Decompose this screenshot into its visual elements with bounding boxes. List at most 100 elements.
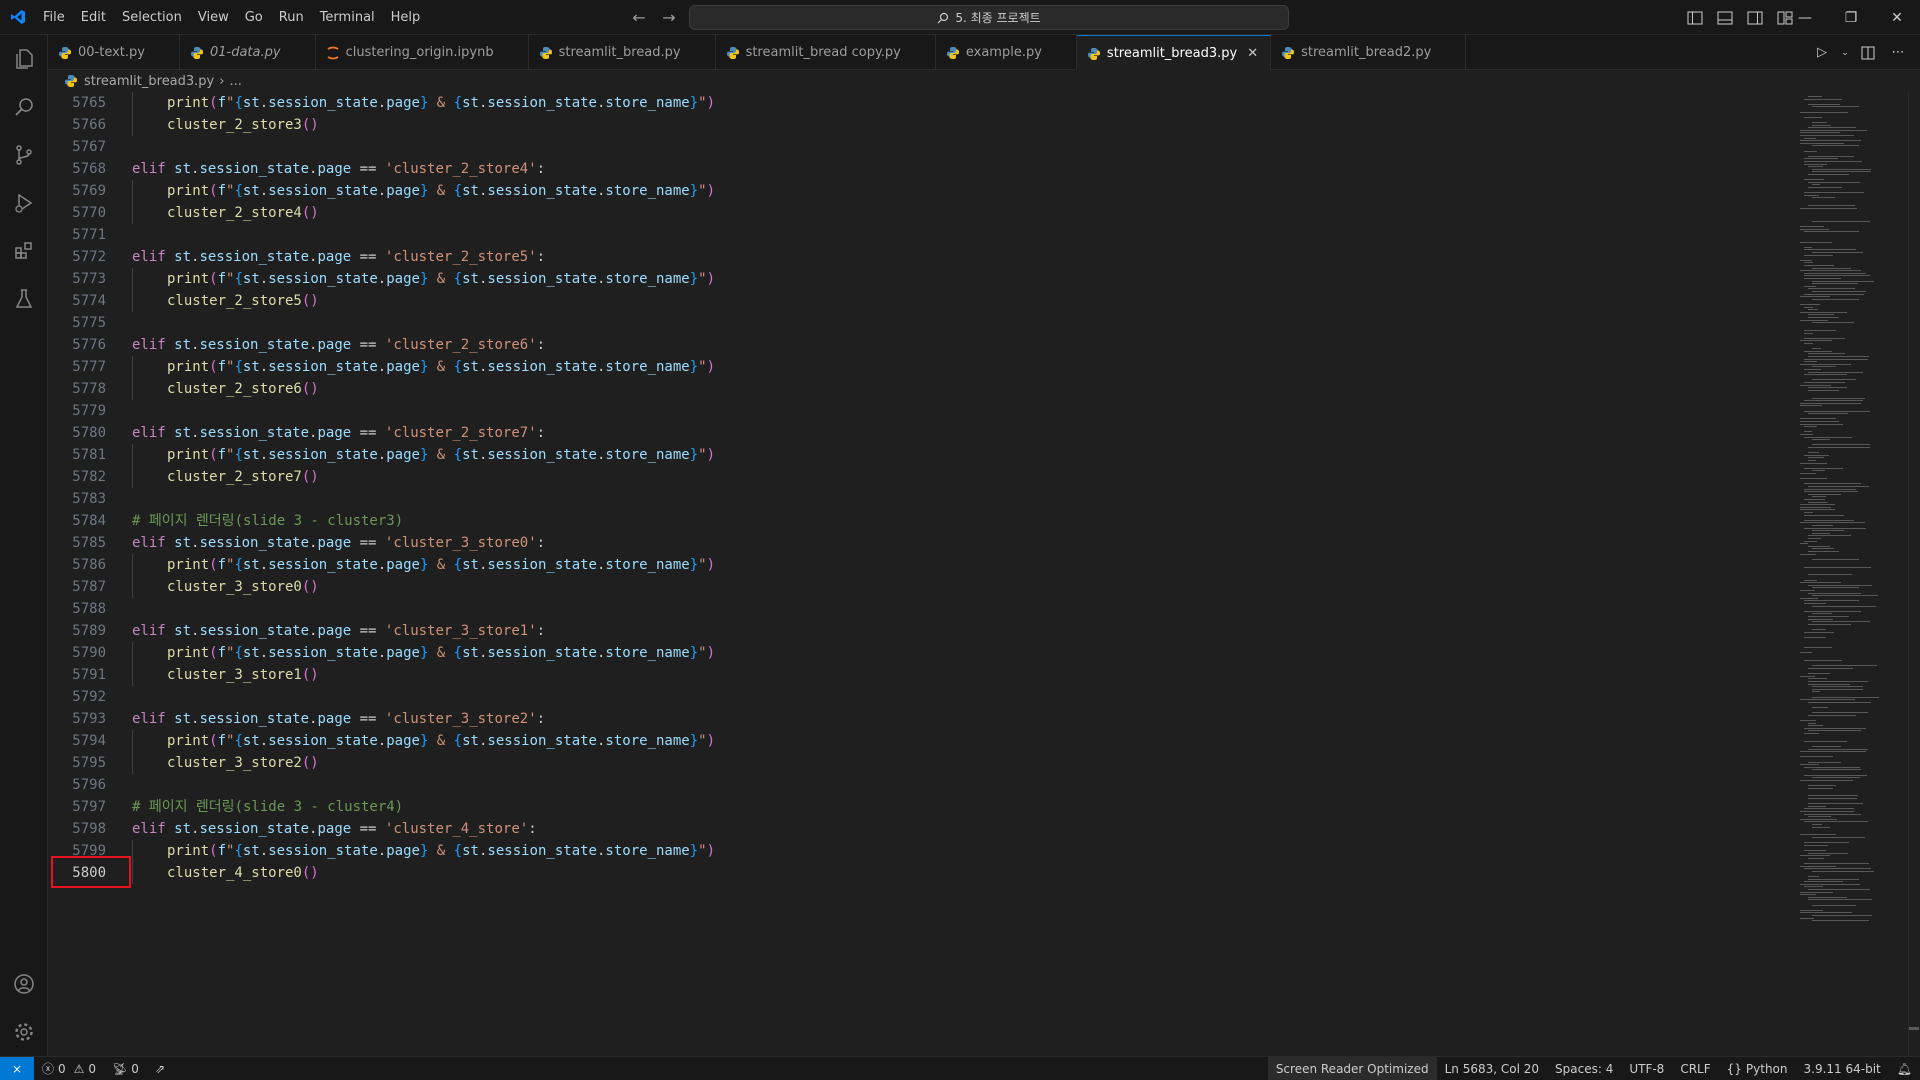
code-line[interactable]: 5799 print(f"{st.session_state.page} & {s…	[48, 840, 1798, 862]
code-line[interactable]: 5794 print(f"{st.session_state.page} & {s…	[48, 730, 1798, 752]
code-line[interactable]: 5768 elif st.session_state.page == 'clust…	[48, 158, 1798, 180]
code-line[interactable]: 5779	[48, 400, 1798, 422]
menu-item-file[interactable]: File	[35, 0, 73, 35]
code-line[interactable]: 5780 elif st.session_state.page == 'clust…	[48, 422, 1798, 444]
code-line[interactable]: 5790 print(f"{st.session_state.page} & {s…	[48, 642, 1798, 664]
menu-item-go[interactable]: Go	[237, 0, 271, 35]
code-line[interactable]: 5770 cluster_2_store4()	[48, 202, 1798, 224]
go-forward-icon[interactable]: →	[658, 8, 680, 27]
language-mode[interactable]: {} Python	[1719, 1057, 1796, 1080]
screen-reader-mode[interactable]: Screen Reader Optimized	[1267, 1057, 1437, 1080]
code-line[interactable]: 5777 print(f"{st.session_state.page} & {s…	[48, 356, 1798, 378]
run-debug-icon[interactable]	[0, 179, 48, 227]
code-line[interactable]: 5774 cluster_2_store5()	[48, 290, 1798, 312]
gear-icon[interactable]	[0, 1008, 48, 1056]
menu-item-terminal[interactable]: Terminal	[312, 0, 383, 35]
toggle-primary-sidebar-icon[interactable]	[1682, 5, 1708, 31]
indentation[interactable]: Spaces: 4	[1547, 1057, 1621, 1080]
command-center[interactable]: 5. 최종 프로젝트	[689, 5, 1289, 30]
problems-indicator[interactable]: ⓧ 0 ⚠ 0	[34, 1057, 104, 1080]
code-editor[interactable]: 5765 print(f"{st.session_state.page} & {s…	[48, 92, 1798, 1056]
code-line[interactable]: 5765 print(f"{st.session_state.page} & {s…	[48, 92, 1798, 114]
tab-clustering-origin-ipynb[interactable]: clustering_origin.ipynb	[316, 35, 529, 70]
minimap-line	[1804, 844, 1828, 846]
tab-streamlit-bread-copy-py[interactable]: streamlit_bread copy.py	[716, 35, 936, 70]
restore-icon[interactable]: ❐	[1828, 0, 1874, 35]
tab-label: clustering_origin.ipynb	[345, 45, 494, 60]
code-line[interactable]: 5789 elif st.session_state.page == 'clust…	[48, 620, 1798, 642]
menu-item-selection[interactable]: Selection	[114, 0, 190, 35]
tab-00-text-py[interactable]: 00-text.py	[48, 35, 180, 70]
code-line[interactable]: 5781 print(f"{st.session_state.page} & {s…	[48, 444, 1798, 466]
line-number: 5794	[72, 733, 106, 749]
code-line[interactable]: 5783	[48, 488, 1798, 510]
code-line[interactable]: 5784 # 페이지 렌더링(slide 3 - cluster3)	[48, 510, 1798, 532]
tab-streamlit-bread2-py[interactable]: streamlit_bread2.py	[1271, 35, 1467, 70]
code-line[interactable]: 5787 cluster_3_store0()	[48, 576, 1798, 598]
code-line[interactable]: 5795 cluster_3_store2()	[48, 752, 1798, 774]
vertical-scrollbar[interactable]	[1908, 92, 1920, 1056]
tab-streamlit-bread-py[interactable]: streamlit_bread.py	[529, 35, 716, 70]
code-line[interactable]: 5800 cluster_4_store0()	[48, 862, 1798, 884]
menu-item-edit[interactable]: Edit	[73, 0, 114, 35]
menu-item-run[interactable]: Run	[271, 0, 312, 35]
code-line[interactable]: 5775	[48, 312, 1798, 334]
code-line[interactable]: 5791 cluster_3_store1()	[48, 664, 1798, 686]
source-control-icon[interactable]	[0, 131, 48, 179]
code-line[interactable]: 5773 print(f"{st.session_state.page} & {s…	[48, 268, 1798, 290]
extensions-icon[interactable]	[0, 227, 48, 275]
close-icon[interactable]: ✕	[1247, 46, 1258, 61]
tab-example-py[interactable]: example.py	[936, 35, 1077, 70]
testing-icon[interactable]	[0, 275, 48, 323]
close-window-icon[interactable]: ✕	[1874, 0, 1920, 35]
code-line[interactable]: 5769 print(f"{st.session_state.page} & {s…	[48, 180, 1798, 202]
explorer-icon[interactable]	[0, 35, 48, 83]
code-line[interactable]: 5786 print(f"{st.session_state.page} & {s…	[48, 554, 1798, 576]
code-line[interactable]: 5793 elif st.session_state.page == 'clust…	[48, 708, 1798, 730]
split-editor-icon[interactable]	[1856, 41, 1880, 65]
code-text: elif st.session_state.page == 'cluster_4…	[132, 821, 537, 837]
code-line[interactable]: 5776 elif st.session_state.page == 'clust…	[48, 334, 1798, 356]
run-python-file-icon[interactable]: ▷	[1810, 41, 1834, 65]
code-line[interactable]: 5766 cluster_2_store3()	[48, 114, 1798, 136]
cursor-position[interactable]: Ln 5683, Col 20	[1437, 1057, 1547, 1080]
search-icon[interactable]	[0, 83, 48, 131]
accounts-icon[interactable]	[0, 960, 48, 1008]
breadcrumb-more[interactable]: ...	[229, 74, 241, 89]
code-line[interactable]: 5767	[48, 136, 1798, 158]
code-line[interactable]: 5796	[48, 774, 1798, 796]
minimap-line	[1800, 363, 1851, 365]
code-line[interactable]: 5788	[48, 598, 1798, 620]
scrollbar-thumb[interactable]	[1909, 1027, 1919, 1030]
code-line[interactable]: 5782 cluster_2_store7()	[48, 466, 1798, 488]
code-line[interactable]: 5798 elif st.session_state.page == 'clust…	[48, 818, 1798, 840]
code-line[interactable]: 5792	[48, 686, 1798, 708]
notifications-bell-icon[interactable]: 🔔︎	[1889, 1057, 1920, 1080]
python-interpreter[interactable]: 3.9.11 64-bit	[1796, 1057, 1889, 1080]
code-text: cluster_3_store0()	[106, 576, 319, 598]
more-actions-icon[interactable]: ⋯	[1886, 41, 1910, 65]
chevron-down-icon[interactable]: ⌄	[1840, 41, 1850, 65]
ports-indicator[interactable]: 📡︎ 0	[104, 1057, 147, 1080]
breadcrumb-file[interactable]: streamlit_bread3.py	[84, 74, 214, 89]
encoding[interactable]: UTF-8	[1621, 1057, 1672, 1080]
menu-item-view[interactable]: View	[190, 0, 237, 35]
live-share-icon[interactable]: ⇗	[147, 1057, 173, 1080]
code-line[interactable]: 5771	[48, 224, 1798, 246]
toggle-panel-icon[interactable]	[1712, 5, 1738, 31]
code-line[interactable]: 5785 elif st.session_state.page == 'clust…	[48, 532, 1798, 554]
vscode-logo-icon[interactable]	[0, 0, 35, 35]
menu-item-help[interactable]: Help	[383, 0, 429, 35]
code-line[interactable]: 5772 elif st.session_state.page == 'clust…	[48, 246, 1798, 268]
end-of-line[interactable]: CRLF	[1672, 1057, 1718, 1080]
remote-indicator-icon[interactable]: ⨯	[0, 1056, 34, 1080]
code-line[interactable]: 5797 # 페이지 렌더링(slide 3 - cluster4)	[48, 796, 1798, 818]
tab-streamlit-bread3-py[interactable]: streamlit_bread3.py ✕	[1076, 35, 1272, 71]
go-back-icon[interactable]: ←	[628, 8, 650, 27]
toggle-secondary-sidebar-icon[interactable]	[1742, 5, 1768, 31]
code-line[interactable]: 5778 cluster_2_store6()	[48, 378, 1798, 400]
minimap[interactable]	[1798, 92, 1908, 1056]
tab-01-data-py[interactable]: 01-data.py	[180, 35, 316, 70]
minimize-icon[interactable]: —	[1782, 0, 1828, 35]
